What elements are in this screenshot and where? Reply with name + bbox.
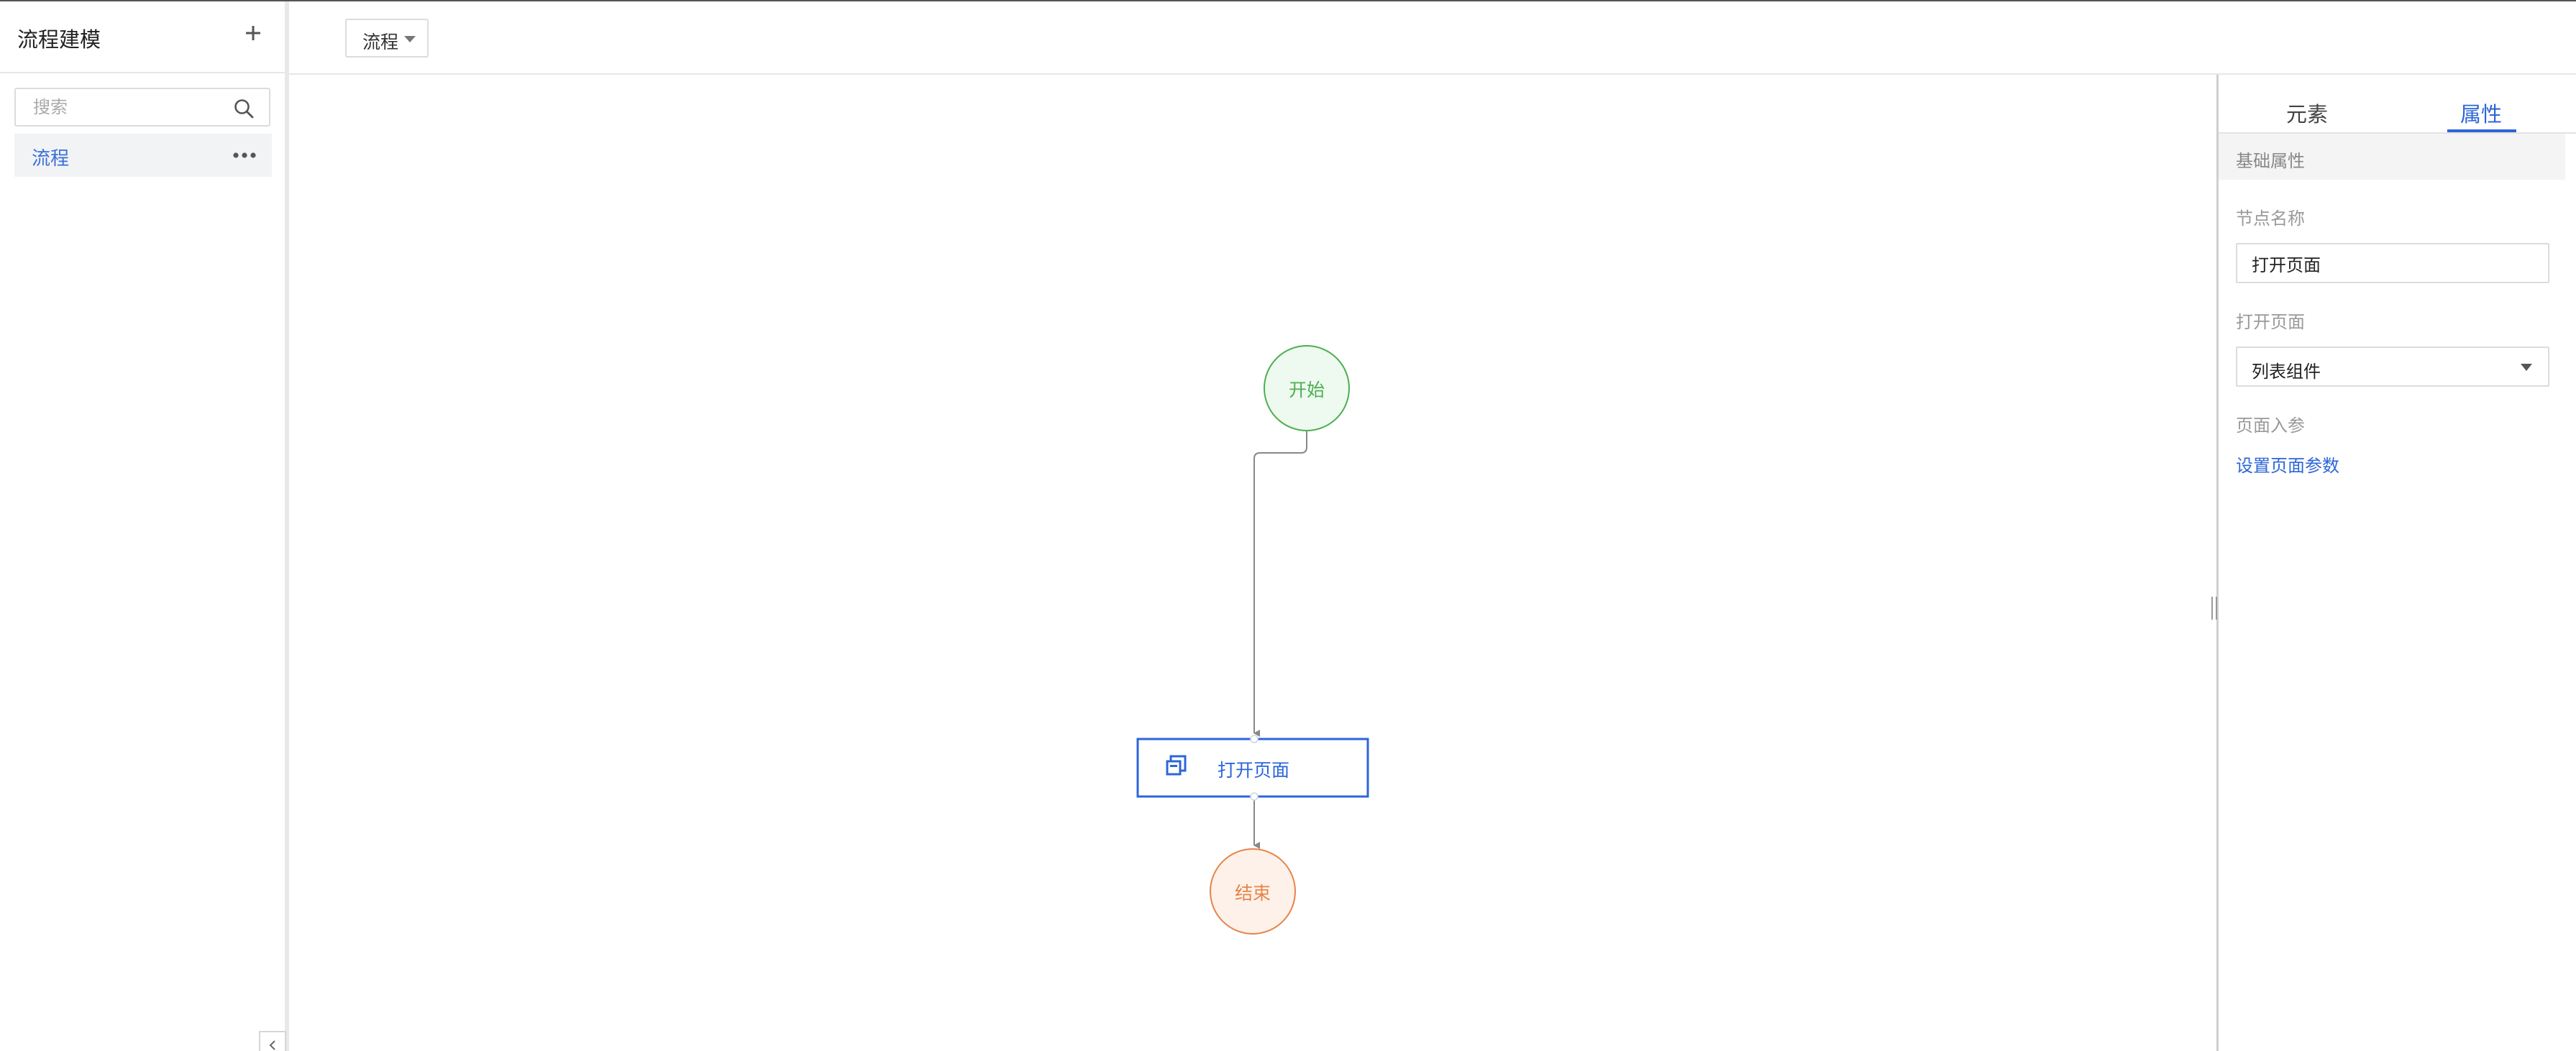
open-page-label: 打开页面 (2236, 312, 2305, 332)
section-header: 基础属性 (2219, 134, 2565, 180)
chevron-left-icon (269, 1040, 275, 1050)
node-name-input[interactable] (2237, 244, 2548, 282)
tab-properties[interactable]: 属性 (2460, 98, 2502, 128)
set-page-params-link[interactable]: 设置页面参数 (2236, 451, 2339, 477)
sidebar: 流程建模 流程 (0, 1, 289, 1051)
open-page-select[interactable]: 列表组件 (2236, 346, 2549, 387)
end-node-label: 结束 (1234, 883, 1271, 904)
sidebar-header: 流程建模 (0, 1, 285, 73)
open-page-select-value: 列表组件 (2252, 362, 2321, 382)
sidebar-item-label: 流程 (32, 148, 70, 170)
search-icon[interactable] (233, 98, 255, 119)
node-name-label: 节点名称 (2236, 208, 2305, 229)
port-top[interactable] (1250, 735, 1259, 743)
collapse-sidebar-button[interactable] (259, 1031, 286, 1051)
caret-down-icon (2521, 364, 2532, 371)
sidebar-title: 流程建模 (17, 27, 101, 52)
search-input[interactable] (16, 89, 232, 125)
search-box (14, 88, 270, 127)
properties-panel: 元素 属性 基础属性 节点名称 打开页面 列表组件 页面入参 设置页面参数 (2211, 75, 2576, 1051)
app-window: 流程建模 流程 (0, 0, 2576, 1051)
flow-select-value: 流程 (362, 32, 399, 52)
more-icon[interactable] (232, 148, 257, 162)
add-icon[interactable] (240, 20, 266, 46)
open-page-node-label: 打开页面 (1218, 760, 1290, 781)
edge-start-to-open-page[interactable] (1253, 431, 1307, 737)
sidebar-item-flow[interactable]: 流程 (14, 134, 272, 177)
node-name-field (2236, 243, 2549, 283)
section-title: 基础属性 (2236, 151, 2305, 171)
resize-handle[interactable] (2211, 597, 2217, 620)
panel-tabs: 元素 属性 (2219, 75, 2576, 134)
toolbar: 流程 (289, 1, 2576, 75)
caret-down-icon (404, 36, 416, 42)
page-params-label: 页面入参 (2236, 416, 2305, 436)
flow-canvas[interactable]: 开始 打开页面 结束 (289, 75, 2216, 1051)
flow-select[interactable]: 流程 (345, 19, 429, 58)
port-bottom[interactable] (1250, 792, 1259, 801)
start-node-label: 开始 (1288, 380, 1325, 400)
tab-elements[interactable]: 元素 (2286, 98, 2328, 128)
active-tab-indicator (2447, 129, 2516, 132)
